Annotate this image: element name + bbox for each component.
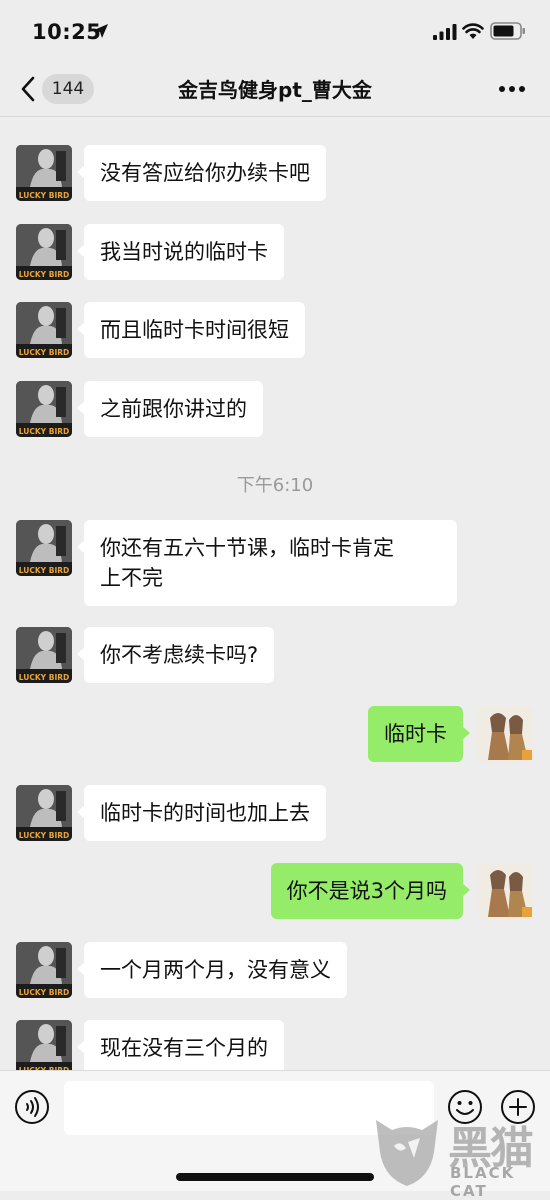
message-row-contact: LUCKY BIRD 现在没有三个月的 bbox=[0, 1020, 550, 1070]
message-bubble[interactable]: 没有答应给你办续卡吧 bbox=[77, 145, 326, 201]
message-row-self: 你不是说3个月吗 bbox=[0, 863, 550, 919]
battery-icon bbox=[490, 22, 525, 40]
message-bubble[interactable]: 之前跟你讲过的 bbox=[77, 381, 263, 437]
contact-avatar[interactable]: LUCKY BIRD bbox=[16, 520, 72, 576]
status-time: 10:25 bbox=[32, 20, 102, 44]
avatar-label: LUCKY BIRD bbox=[19, 427, 69, 436]
status-bar: 10:25 bbox=[0, 0, 550, 62]
contact-avatar[interactable]: LUCKY BIRD bbox=[16, 381, 72, 437]
message-row-contact: LUCKY BIRD 你还有五六十节课，临时卡肯定 上不完 bbox=[0, 520, 550, 606]
message-bubble[interactable]: 你不考虑续卡吗? bbox=[76, 627, 275, 683]
back-button[interactable]: 144 bbox=[14, 72, 98, 106]
avatar-label: LUCKY BIRD bbox=[19, 191, 69, 200]
message-list[interactable]: LUCKY BIRD 没有答应给你办续卡吧 LUCKY BIRD 我当时说的临时… bbox=[0, 117, 550, 1070]
chevron-left-icon bbox=[21, 76, 35, 102]
message-bubble[interactable]: 临时卡的时间也加上去 bbox=[77, 785, 326, 841]
avatar-label: LUCKY BIRD bbox=[19, 270, 69, 279]
contact-avatar[interactable]: LUCKY BIRD bbox=[16, 302, 72, 358]
message-row-contact: LUCKY BIRD 临时卡的时间也加上去 bbox=[0, 785, 550, 841]
message-bubble[interactable]: 现在没有三个月的 bbox=[77, 1020, 284, 1070]
cellular-signal-icon bbox=[433, 24, 457, 40]
message-row-contact: LUCKY BIRD 一个月两个月，没有意义 bbox=[0, 942, 550, 998]
my-avatar[interactable] bbox=[478, 863, 534, 919]
message-row-contact: LUCKY BIRD 而且临时卡时间很短 bbox=[0, 302, 550, 358]
message-row-contact: LUCKY BIRD 之前跟你讲过的 bbox=[0, 381, 550, 437]
black-cat-watermark: 黑猫 BLACK CAT bbox=[370, 1112, 550, 1200]
chat-header: 144 金吉鸟健身pt_曹大金 bbox=[0, 62, 550, 117]
message-row-self: 临时卡 bbox=[0, 706, 550, 762]
message-bubble[interactable]: 而且临时卡时间很短 bbox=[77, 302, 305, 358]
message-bubble[interactable]: 你不是说3个月吗 bbox=[270, 863, 471, 919]
black-cat-logo-icon bbox=[376, 1120, 438, 1186]
wifi-icon bbox=[462, 23, 484, 39]
avatar-label: LUCKY BIRD bbox=[19, 988, 69, 997]
location-arrow-icon bbox=[94, 24, 108, 38]
voice-icon[interactable] bbox=[14, 1089, 50, 1125]
avatar-label: LUCKY BIRD bbox=[19, 673, 69, 682]
message-row-contact: LUCKY BIRD 我当时说的临时卡 bbox=[0, 224, 550, 280]
contact-avatar[interactable]: LUCKY BIRD bbox=[16, 224, 72, 280]
message-bubble[interactable]: 你还有五六十节课，临时卡肯定 上不完 bbox=[77, 520, 457, 606]
time-separator: 下午6:10 bbox=[236, 475, 314, 496]
message-bubble[interactable]: 临时卡 bbox=[368, 706, 470, 762]
message-row-contact: LUCKY BIRD 你不考虑续卡吗? bbox=[0, 627, 550, 683]
contact-avatar[interactable]: LUCKY BIRD bbox=[16, 1020, 72, 1070]
avatar-label: LUCKY BIRD bbox=[19, 348, 69, 357]
avatar-label: LUCKY BIRD bbox=[19, 831, 69, 840]
contact-avatar[interactable]: LUCKY BIRD bbox=[16, 785, 72, 841]
message-bubble[interactable]: 一个月两个月，没有意义 bbox=[77, 942, 347, 998]
my-avatar[interactable] bbox=[478, 706, 534, 762]
more-horizontal-icon[interactable] bbox=[492, 74, 532, 104]
unread-count-badge: 144 bbox=[42, 74, 94, 104]
message-bubble[interactable]: 我当时说的临时卡 bbox=[77, 224, 284, 280]
contact-avatar[interactable]: LUCKY BIRD bbox=[16, 942, 72, 998]
contact-avatar[interactable]: LUCKY BIRD bbox=[16, 627, 72, 683]
contact-avatar[interactable]: LUCKY BIRD bbox=[16, 145, 72, 201]
watermark-text: BLACK CAT bbox=[450, 1164, 516, 1200]
home-indicator[interactable] bbox=[176, 1173, 374, 1181]
avatar-label: LUCKY BIRD bbox=[19, 566, 69, 575]
message-row-contact: LUCKY BIRD 没有答应给你办续卡吧 bbox=[0, 145, 550, 201]
chat-title: 金吉鸟健身pt_曹大金 bbox=[178, 78, 372, 102]
